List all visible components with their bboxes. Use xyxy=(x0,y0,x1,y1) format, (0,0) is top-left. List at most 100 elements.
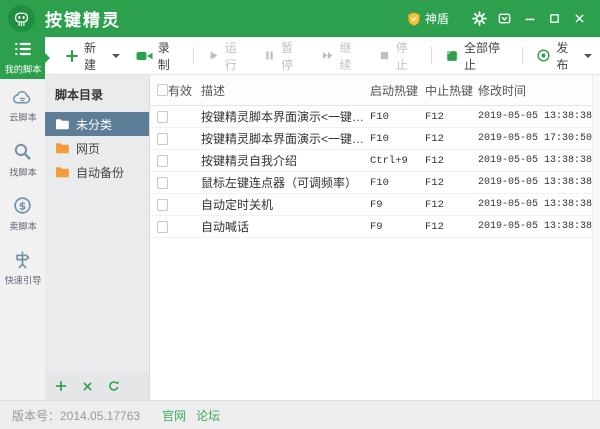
sidebar-item-find-scripts[interactable]: 找脚本 xyxy=(0,133,45,187)
run-button[interactable]: 运行 xyxy=(199,43,255,69)
close-button[interactable] xyxy=(567,6,592,31)
table-row[interactable]: 自动喊话F9F122019-05-05 13:38:38 xyxy=(150,216,600,238)
select-all-checkbox[interactable] xyxy=(157,84,168,96)
app-logo xyxy=(8,5,35,32)
column-header-abort-hotkey[interactable]: 中止热键 xyxy=(425,82,478,99)
row-abort-hotkey: F12 xyxy=(425,133,478,145)
sidebar-item-cloud-scripts[interactable]: 云脚本 xyxy=(0,79,45,133)
sidebar-item-sell-scripts[interactable]: $ 卖脚本 xyxy=(0,187,45,241)
new-button[interactable]: 新建 xyxy=(57,43,128,69)
sidebar: 我的脚本云脚本找脚本 $ 卖脚本快速引导 xyxy=(0,37,45,400)
statusbar: 版本号：2014.05.17763 官网论坛 xyxy=(0,400,600,429)
table-row[interactable]: 鼠标左键连点器（可调频率）F10F122019-05-05 13:38:38 xyxy=(150,172,600,194)
continue-button[interactable]: 继续 xyxy=(312,43,370,69)
publish-button-label: 发布 xyxy=(556,39,578,73)
row-description: 按键精灵脚本界面演示<一键启动> xyxy=(201,108,370,125)
skin-icon xyxy=(497,11,512,26)
dollar-icon: $ xyxy=(13,196,32,215)
shield-badge[interactable]: 神盾 xyxy=(407,10,449,27)
status-link[interactable]: 论坛 xyxy=(196,407,220,424)
column-header-modified[interactable]: 修改时间 xyxy=(478,82,600,99)
plus-icon xyxy=(55,380,67,392)
delete-x-icon xyxy=(82,381,93,392)
directory-folder[interactable]: 自动备份 xyxy=(45,160,149,184)
row-checkbox[interactable] xyxy=(157,111,168,123)
sidebar-item-label: 卖脚本 xyxy=(9,218,37,232)
pause-button-label: 暂停 xyxy=(281,39,303,73)
minimize-button[interactable] xyxy=(517,6,542,31)
row-abort-hotkey: F12 xyxy=(425,177,478,189)
column-header-valid[interactable]: 有效 xyxy=(168,82,201,99)
row-checkbox[interactable] xyxy=(157,199,168,211)
column-header-start-hotkey[interactable]: 启动热键 xyxy=(370,82,425,99)
skin-button[interactable] xyxy=(492,6,517,31)
table-row[interactable]: 自动定时关机F9F122019-05-05 13:38:38 xyxy=(150,194,600,216)
row-start-hotkey: F10 xyxy=(370,111,425,123)
sidebar-item-quick-guide[interactable]: 快速引导 xyxy=(0,241,45,295)
directory-folder[interactable]: 未分类 xyxy=(45,112,149,136)
record-button[interactable]: 录制 xyxy=(128,43,188,69)
chevron-down-icon xyxy=(112,54,120,62)
sidebar-item-label: 快速引导 xyxy=(4,272,41,286)
row-modified-time: 2019-05-05 13:38:38 xyxy=(478,155,600,166)
row-modified-time: 2019-05-05 13:38:38 xyxy=(478,199,600,210)
directory-folder[interactable]: 网页 xyxy=(45,136,149,160)
version-label: 版本号：2014.05.17763 xyxy=(12,407,140,424)
table-row[interactable]: 按键精灵脚本界面演示<一键启动>_自动...F10F122019-05-05 1… xyxy=(150,128,600,150)
sidebar-item-label: 找脚本 xyxy=(9,164,37,178)
vertical-scrollbar[interactable] xyxy=(592,75,600,400)
app-title: 按键精灵 xyxy=(45,6,121,31)
titlebar: 按键精灵 神盾 xyxy=(0,0,600,37)
status-link[interactable]: 官网 xyxy=(162,407,186,424)
row-start-hotkey: F9 xyxy=(370,199,425,211)
table-row[interactable]: 按键精灵自我介绍Ctrl+9F122019-05-05 13:38:38 xyxy=(150,150,600,172)
minimize-icon xyxy=(523,12,537,26)
add-folder-button[interactable] xyxy=(55,380,67,392)
directory-folder-list: 未分类网页自动备份 xyxy=(45,112,149,184)
robot-icon xyxy=(12,9,31,28)
stop-icon xyxy=(378,49,391,62)
stop-all-icon xyxy=(445,49,459,63)
row-start-hotkey: F10 xyxy=(370,133,425,145)
table-row[interactable]: 按键精灵脚本界面演示<一键启动>F10F122019-05-05 13:38:3… xyxy=(150,106,600,128)
stop-button[interactable]: 停止 xyxy=(370,43,426,69)
row-start-hotkey: F9 xyxy=(370,221,425,233)
plus-icon xyxy=(65,49,79,63)
stop-button-label: 停止 xyxy=(396,39,418,73)
row-start-hotkey: Ctrl+9 xyxy=(370,155,425,167)
row-checkbox[interactable] xyxy=(157,221,168,233)
refresh-icon xyxy=(108,380,120,392)
stop-all-button-label: 全部停止 xyxy=(464,39,509,73)
row-abort-hotkey: F12 xyxy=(425,199,478,211)
row-checkbox[interactable] xyxy=(157,133,168,145)
script-table: 有效 描述 启动热键 中止热键 修改时间 按键精灵脚本界面演示<一键启动>F10… xyxy=(150,75,600,400)
refresh-button[interactable] xyxy=(108,380,120,392)
settings-button[interactable] xyxy=(467,6,492,31)
toolbar-separator xyxy=(522,47,523,64)
row-checkbox[interactable] xyxy=(157,177,168,189)
row-modified-time: 2019-05-05 17:30:50 xyxy=(478,133,600,144)
stop-all-button[interactable]: 全部停止 xyxy=(437,43,517,69)
script-directory-panel: 脚本目录 未分类网页自动备份 xyxy=(45,75,150,400)
folder-label: 未分类 xyxy=(76,116,112,133)
row-modified-time: 2019-05-05 13:38:38 xyxy=(478,177,600,188)
signpost-icon xyxy=(13,250,32,269)
new-button-label: 新建 xyxy=(84,39,106,73)
folder-label: 网页 xyxy=(76,140,100,157)
shield-label: 神盾 xyxy=(425,10,449,27)
sidebar-item-label: 云脚本 xyxy=(9,110,37,124)
table-header: 有效 描述 启动热键 中止热键 修改时间 xyxy=(150,75,600,106)
row-description: 鼠标左键连点器（可调频率） xyxy=(201,174,370,191)
delete-folder-button[interactable] xyxy=(82,381,93,392)
directory-bottombar xyxy=(45,372,149,400)
toolbar: 新建 录制 运行 暂停 继续 停止 全部停止 发布 xyxy=(45,37,600,75)
column-header-description[interactable]: 描述 xyxy=(201,82,370,99)
publish-button[interactable]: 发布 xyxy=(528,43,600,69)
sidebar-item-my-scripts[interactable]: 我的脚本 xyxy=(0,37,45,79)
pause-icon xyxy=(263,49,276,62)
maximize-button[interactable] xyxy=(542,6,567,31)
pause-button[interactable]: 暂停 xyxy=(255,43,311,69)
continue-button-label: 继续 xyxy=(340,39,362,73)
row-checkbox[interactable] xyxy=(157,155,168,167)
fast-forward-icon xyxy=(320,49,335,62)
